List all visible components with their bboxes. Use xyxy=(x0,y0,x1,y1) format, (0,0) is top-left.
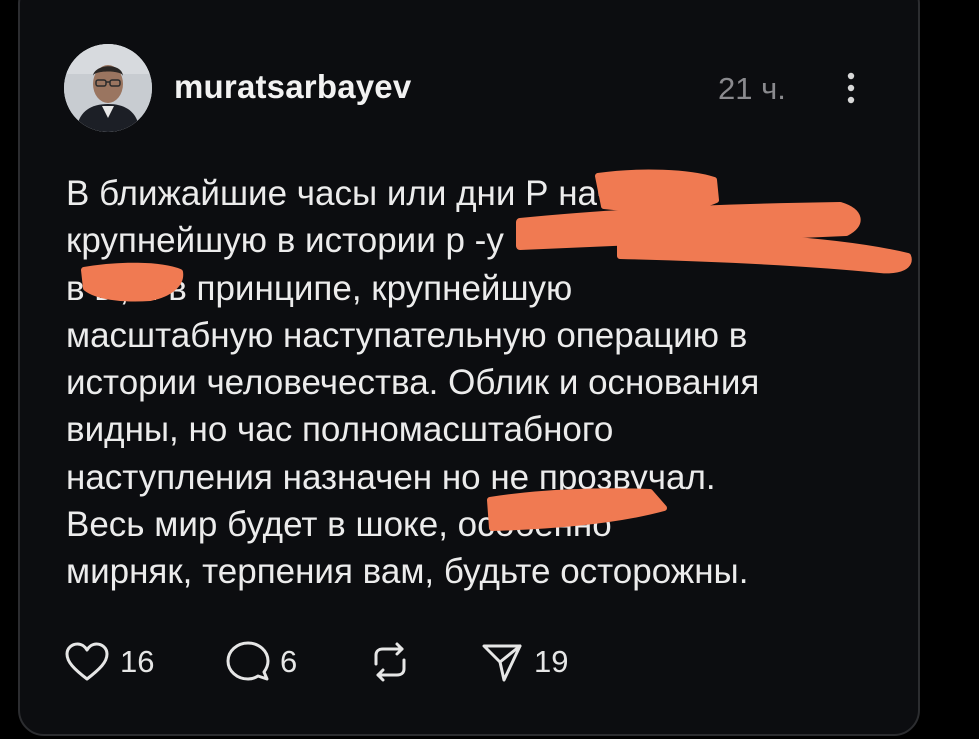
post-text: В ближайшие часы или дни Р начнёт крупне… xyxy=(66,170,886,596)
timestamp: 21 ч. xyxy=(718,71,786,106)
repost-icon xyxy=(374,642,406,682)
share-count: 19 xyxy=(534,644,569,679)
heart-icon xyxy=(65,642,109,681)
post-line: видны, но час полномасштабного xyxy=(66,410,614,450)
share-icon xyxy=(482,644,522,682)
more-icon xyxy=(847,72,855,104)
avatar[interactable] xyxy=(64,44,152,132)
post-line: наступления назначен но не прозвучал. xyxy=(66,457,716,497)
post-line: Весь мир будет в шоке, особенно xyxy=(66,505,612,545)
post-line: В ближайшие часы или дни Р начнёт xyxy=(66,174,670,213)
post-line: масштабную наступательную операцию в xyxy=(66,315,748,355)
repost-button[interactable] xyxy=(368,640,412,684)
post-line: крупнейшую в истории р -у xyxy=(66,221,504,261)
like-button[interactable]: 16 xyxy=(64,640,154,684)
username[interactable]: muratsarbayev xyxy=(174,68,411,106)
comment-icon xyxy=(226,641,270,681)
post-line: мирняк, терпения вам, будьте осторожны. xyxy=(66,552,749,592)
comment-button[interactable]: 6 xyxy=(226,640,297,684)
post-line: истории человечества. Облик и основания xyxy=(66,363,760,403)
more-options-button[interactable] xyxy=(836,70,866,110)
share-button[interactable]: 19 xyxy=(480,640,568,684)
comment-count: 6 xyxy=(280,644,298,679)
like-count: 16 xyxy=(120,644,155,679)
post-line: в ы, и в принципе, крупнейшую xyxy=(66,268,573,308)
